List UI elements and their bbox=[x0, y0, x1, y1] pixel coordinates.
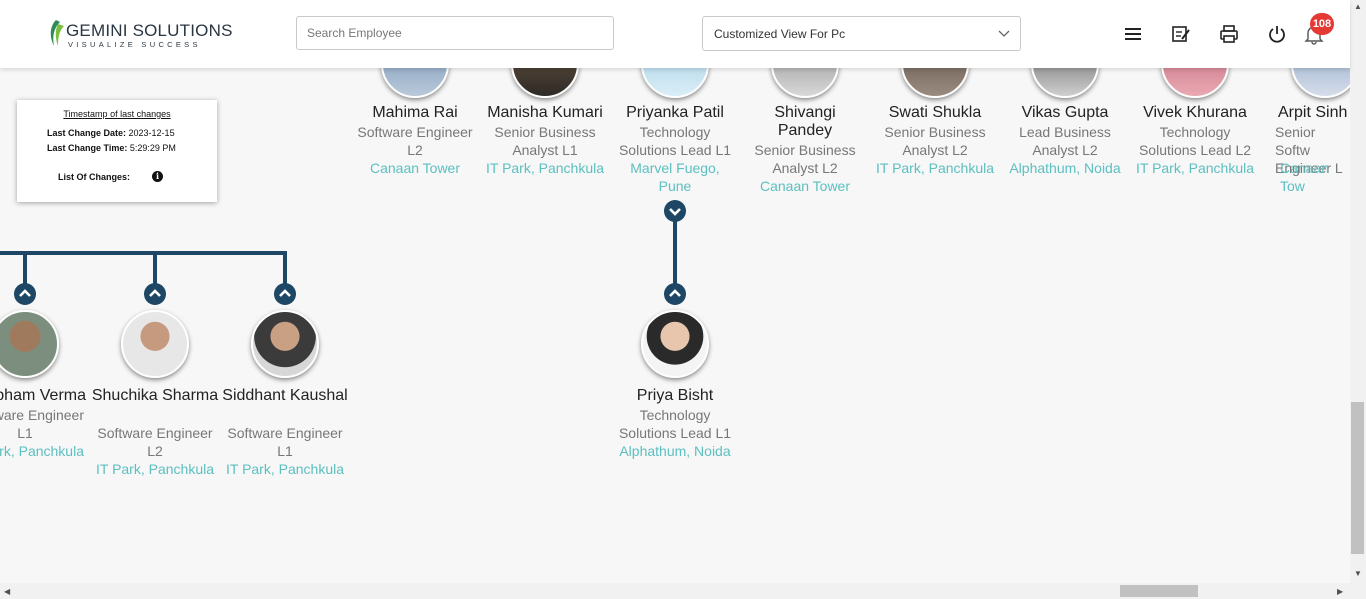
employee-name[interactable]: Swati Shukla bbox=[865, 104, 1005, 122]
employee-location: Canaan Tower bbox=[759, 178, 851, 194]
expand-parent-button[interactable] bbox=[274, 283, 296, 305]
last-change-time-value: 5:29:29 PM bbox=[129, 143, 176, 153]
employee-name[interactable]: Manisha Kumari bbox=[475, 104, 615, 122]
employee-photo[interactable] bbox=[641, 310, 709, 378]
logo-tagline: VISUALIZE SUCCESS bbox=[68, 40, 201, 49]
search-employee-input[interactable] bbox=[296, 16, 614, 50]
last-change-time-label: Last Change Time: bbox=[47, 143, 128, 153]
employee-role: Technology Solutions Lead L1 bbox=[618, 124, 732, 158]
list-of-changes: List Of Changes: bbox=[58, 172, 130, 182]
employee-role: Senior Business Analyst L1 bbox=[494, 124, 596, 158]
employee-role: Senior Business Analyst L2 bbox=[754, 142, 856, 176]
employee-location: Canaan Tow bbox=[1280, 160, 1330, 194]
notification-count-badge[interactable]: 108 bbox=[1310, 13, 1334, 35]
app-header: GEMINI SOLUTIONS VISUALIZE SUCCESS Custo… bbox=[0, 0, 1350, 68]
employee-role: Software Engineer L2 bbox=[97, 425, 213, 459]
last-change-date: Last Change Date: 2023-12-15 bbox=[47, 128, 175, 138]
timestamp-title: Timestamp of last changes bbox=[63, 109, 171, 119]
employee-location: IT Park, Panchkula bbox=[0, 443, 84, 459]
employee-role: Technology Solutions Lead L2 bbox=[1138, 124, 1252, 158]
vertical-scrollbar-thumb[interactable] bbox=[1351, 402, 1364, 554]
employee-name[interactable]: Shivangi Pandey bbox=[760, 104, 850, 140]
employee-name[interactable]: Priyanka Patil bbox=[605, 104, 745, 122]
employee-name[interactable]: Siddhant Kaushal bbox=[215, 387, 355, 405]
employee-name[interactable]: Mahima Rai bbox=[345, 104, 485, 122]
horizontal-scrollbar-thumb[interactable] bbox=[1120, 585, 1198, 597]
employee-role-line2: L1 bbox=[17, 425, 33, 441]
scroll-left-arrow-icon[interactable]: ◀ bbox=[4, 587, 10, 596]
company-logo[interactable]: GEMINI SOLUTIONS VISUALIZE SUCCESS bbox=[46, 16, 232, 50]
employee-photo[interactable] bbox=[251, 310, 319, 378]
employee-location: Canaan Tower bbox=[369, 160, 461, 176]
scroll-right-arrow-icon[interactable]: ▶ bbox=[1337, 587, 1343, 596]
employee-location: Alphathum, Noida bbox=[619, 443, 731, 459]
employee-location: Marvel Fuego, Pune bbox=[630, 160, 720, 194]
employee-name[interactable]: Shubham Verma bbox=[0, 387, 86, 405]
employee-role: Senior Business Analyst L2 bbox=[884, 124, 986, 158]
employee-role: Software Engineer L1 bbox=[227, 425, 343, 459]
scroll-down-arrow-icon[interactable]: ▼ bbox=[1354, 569, 1362, 578]
collapse-node-button[interactable] bbox=[664, 200, 686, 222]
print-icon[interactable] bbox=[1218, 23, 1240, 45]
menu-icon[interactable] bbox=[1122, 23, 1144, 45]
info-icon[interactable]: i bbox=[152, 171, 163, 182]
expand-parent-button[interactable] bbox=[664, 283, 686, 305]
gemini-logo-icon bbox=[50, 20, 64, 46]
timestamp-card: Timestamp of last changes Last Change Da… bbox=[17, 100, 217, 202]
list-of-changes-label: List Of Changes: bbox=[58, 172, 131, 182]
last-change-date-label: Last Change Date: bbox=[47, 128, 127, 138]
employee-name[interactable]: Priya Bisht bbox=[605, 387, 745, 405]
edit-note-icon[interactable] bbox=[1170, 23, 1192, 45]
employee-role: Software Engineer L2 bbox=[357, 124, 473, 158]
view-select-value: Customized View For Pc bbox=[714, 27, 846, 41]
power-icon[interactable] bbox=[1266, 23, 1288, 45]
employee-name[interactable]: Vivek Khurana bbox=[1125, 104, 1265, 122]
employee-location: IT Park, Panchkula bbox=[485, 160, 605, 176]
logo-name: GEMINI SOLUTIONS bbox=[66, 21, 233, 40]
employee-location: IT Park, Panchkula bbox=[875, 160, 995, 176]
last-change-time: Last Change Time: 5:29:29 PM bbox=[47, 143, 176, 153]
expand-parent-button[interactable] bbox=[144, 283, 166, 305]
last-change-date-value: 2023-12-15 bbox=[128, 128, 175, 138]
employee-location: IT Park, Panchkula bbox=[225, 461, 345, 477]
employee-role: Technology Solutions Lead L1 bbox=[618, 407, 732, 441]
view-select[interactable]: Customized View For Pc bbox=[702, 16, 1021, 51]
employee-role-line1: Software Engineer bbox=[0, 407, 84, 423]
employee-location: Alphathum, Noida bbox=[1009, 160, 1121, 176]
employee-location: IT Park, Panchkula bbox=[95, 461, 215, 477]
employee-location: IT Park, Panchkula bbox=[1135, 160, 1255, 176]
employee-name[interactable]: Shuchika Sharma bbox=[85, 387, 225, 405]
chevron-down-icon bbox=[998, 30, 1010, 37]
expand-parent-button[interactable] bbox=[14, 283, 36, 305]
employee-role: Lead Business Analyst L2 bbox=[1019, 124, 1111, 158]
employee-name[interactable]: Arpit Sinh bbox=[1278, 104, 1350, 122]
employee-name[interactable]: Vikas Gupta bbox=[995, 104, 1135, 122]
scroll-up-arrow-icon[interactable]: ▲ bbox=[1354, 2, 1362, 11]
employee-photo[interactable] bbox=[121, 310, 189, 378]
